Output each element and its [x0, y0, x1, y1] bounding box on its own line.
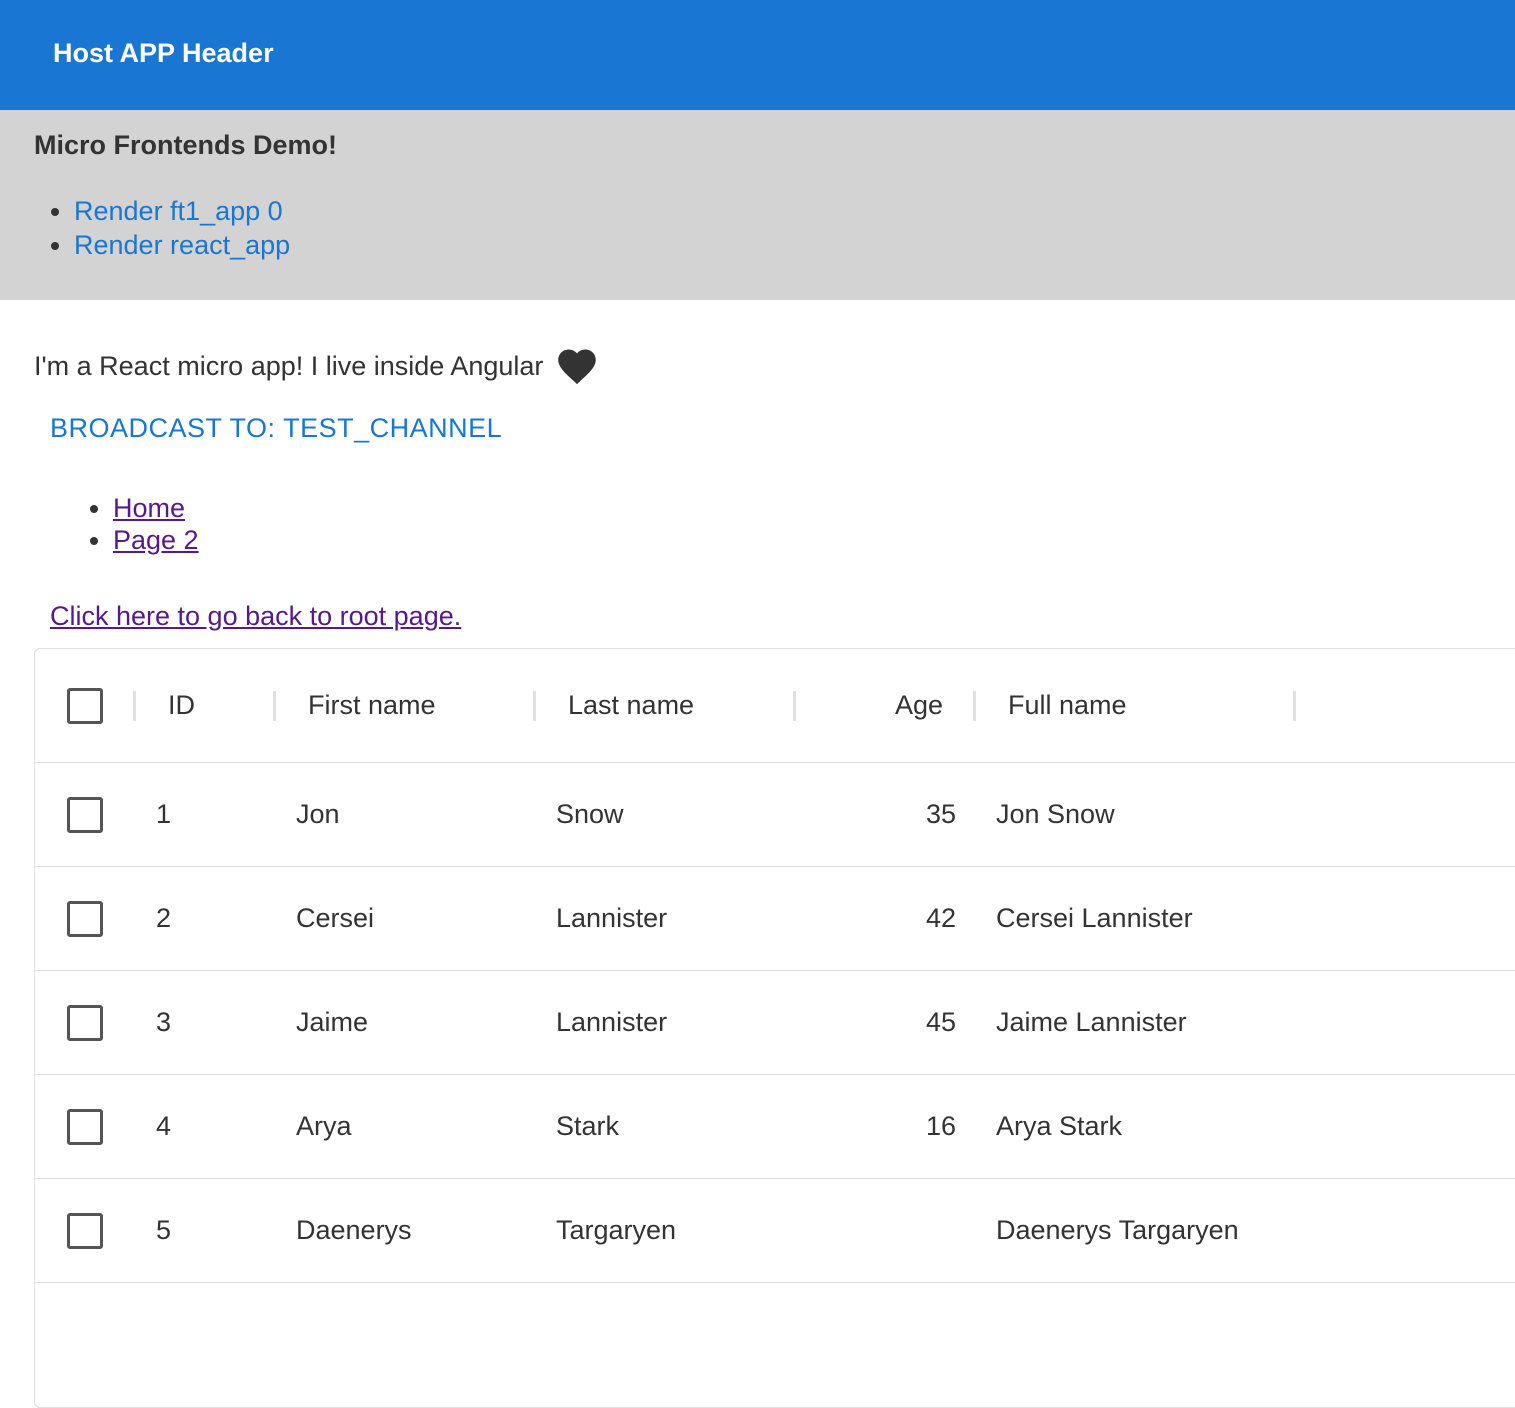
demo-title: Micro Frontends Demo! — [34, 130, 338, 160]
cell-last-name: Targaryen — [556, 1215, 677, 1245]
route-links-list: Home Page 2 — [34, 492, 1515, 556]
route-link-item: Page 2 — [113, 524, 1515, 556]
cell-first-name: Jon — [296, 799, 340, 829]
column-header-age[interactable]: Age — [828, 649, 943, 762]
demo-link-item: Render react_app — [74, 228, 1515, 262]
home-link[interactable]: Home — [113, 493, 185, 523]
column-separator[interactable] — [273, 691, 276, 721]
table-row[interactable]: 4 Arya Stark 16 Arya Stark — [35, 1075, 1515, 1179]
route-link-item: Home — [113, 492, 1515, 524]
table-row[interactable]: 5 Daenerys Targaryen Daenerys Targaryen — [35, 1179, 1515, 1283]
cell-full-name: Jon Snow — [996, 799, 1115, 829]
cell-full-name: Arya Stark — [996, 1111, 1123, 1141]
cell-id: 2 — [156, 903, 172, 933]
page-2-link[interactable]: Page 2 — [113, 525, 199, 555]
cell-first-name: Jaime — [296, 1007, 369, 1037]
column-header-full-name[interactable]: Full name — [1008, 649, 1293, 762]
column-header-last-name[interactable]: Last name — [568, 649, 793, 762]
cell-age: 35 — [925, 799, 956, 829]
column-separator[interactable] — [973, 691, 976, 721]
select-all-checkbox[interactable] — [67, 687, 103, 724]
cell-full-name: Jaime Lannister — [996, 1007, 1187, 1037]
data-grid: ID First name Last name Age Full name 1 … — [34, 648, 1515, 1408]
intro-line: I'm a React micro app! I live inside Ang… — [34, 344, 1515, 388]
cell-id: 4 — [156, 1111, 172, 1141]
cell-id: 3 — [156, 1007, 172, 1037]
table-row[interactable]: 1 Jon Snow 35 Jon Snow — [35, 763, 1515, 867]
app-header: Host APP Header — [0, 0, 1515, 110]
cell-full-name: Daenerys Targaryen — [996, 1215, 1239, 1245]
column-header-id[interactable]: ID — [168, 649, 273, 762]
demo-panel: Micro Frontends Demo! Render ft1_app 0 R… — [0, 110, 1515, 300]
cell-full-name: Cersei Lannister — [996, 903, 1193, 933]
cell-first-name: Arya — [296, 1111, 352, 1141]
table-row[interactable]: 2 Cersei Lannister 42 Cersei Lannister — [35, 867, 1515, 971]
cell-age — [816, 1179, 956, 1282]
cell-last-name: Stark — [556, 1111, 620, 1141]
row-checkbox[interactable] — [67, 1108, 103, 1145]
column-header-first-name[interactable]: First name — [308, 649, 533, 762]
cell-age: 42 — [925, 903, 956, 933]
cell-age: 16 — [925, 1111, 956, 1141]
cell-id: 5 — [156, 1215, 172, 1245]
react-micro-app: I'm a React micro app! I live inside Ang… — [0, 300, 1515, 632]
row-checkbox[interactable] — [67, 796, 103, 833]
heart-icon — [555, 345, 599, 385]
column-separator[interactable] — [533, 691, 536, 721]
demo-link-item: Render ft1_app 0 — [74, 194, 1515, 228]
broadcast-button[interactable]: BROADCAST TO: TEST_CHANNEL — [34, 408, 518, 448]
row-checkbox[interactable] — [67, 1212, 103, 1249]
back-to-root-link[interactable]: Click here to go back to root page. — [50, 600, 461, 632]
cell-first-name: Daenerys — [296, 1215, 412, 1245]
cell-last-name: Lannister — [556, 903, 668, 933]
row-checkbox[interactable] — [67, 900, 103, 937]
app-header-title: Host APP Header — [53, 37, 274, 68]
column-separator[interactable] — [133, 691, 136, 721]
table-row[interactable]: 3 Jaime Lannister 45 Jaime Lannister — [35, 971, 1515, 1075]
cell-age: 45 — [925, 1007, 956, 1037]
intro-text: I'm a React micro app! I live inside Ang… — [34, 350, 544, 381]
cell-first-name: Cersei — [296, 903, 375, 933]
demo-links-list: Render ft1_app 0 Render react_app — [34, 194, 1515, 262]
grid-header-row: ID First name Last name Age Full name — [35, 649, 1515, 763]
render-ft1-app-link[interactable]: Render ft1_app 0 — [74, 196, 283, 226]
cell-last-name: Lannister — [556, 1007, 668, 1037]
render-react-app-link[interactable]: Render react_app — [74, 230, 290, 260]
column-separator[interactable] — [793, 691, 796, 721]
cell-id: 1 — [156, 799, 172, 829]
row-checkbox[interactable] — [67, 1004, 103, 1041]
cell-last-name: Snow — [556, 799, 624, 829]
column-separator[interactable] — [1293, 691, 1296, 721]
